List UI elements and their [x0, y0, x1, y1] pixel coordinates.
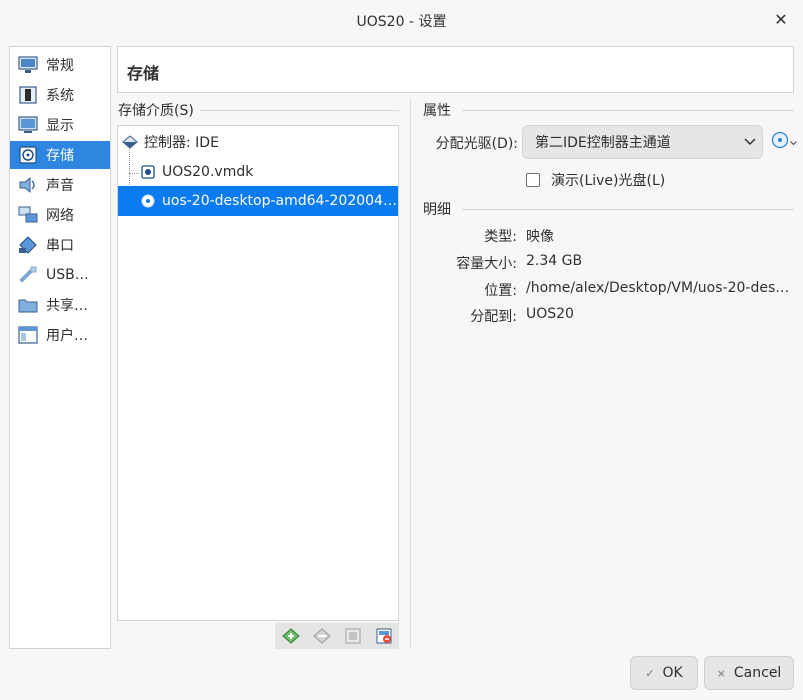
chevron-down-icon: [738, 138, 762, 146]
general-icon: [18, 55, 38, 75]
divider: [462, 209, 794, 210]
sidebar-item-label: 常规: [46, 58, 74, 74]
settings-sidebar: 常规 系统 显示 存储 声音 网络 串口 USB… 共享… 用户…: [9, 46, 111, 649]
sidebar-item-general[interactable]: 常规: [10, 51, 110, 79]
checkbox-box[interactable]: [526, 173, 540, 187]
tree-item-label: 控制器: IDE: [144, 135, 219, 151]
user-interface-icon: [18, 325, 38, 345]
tree-item-hard-disk[interactable]: UOS20.vmdk: [118, 158, 398, 186]
attributes-section-label: 属性: [423, 103, 451, 119]
usb-icon: [18, 265, 38, 285]
optical-disc-icon: [140, 193, 156, 209]
add-controller-icon[interactable]: [281, 626, 301, 646]
detail-value-size: 2.34 GB: [526, 253, 583, 269]
optical-drive-value: 第二IDE控制器主通道: [535, 135, 671, 151]
system-icon: [18, 85, 38, 105]
detail-value-type: 映像: [526, 229, 554, 245]
ok-button[interactable]: ✓ OK: [630, 656, 698, 690]
sidebar-item-label: 用户…: [46, 328, 88, 344]
page-title: 存储: [127, 64, 160, 83]
display-icon: [18, 115, 38, 135]
sidebar-item-label: 声音: [46, 178, 74, 194]
tree-item-ide-controller[interactable]: 控制器: IDE: [118, 128, 398, 156]
title-bar: UOS20 - 设置 ✕: [0, 0, 803, 40]
optical-disc-icon: [771, 131, 789, 153]
sidebar-item-label: 网络: [46, 208, 74, 224]
choose-disc-button[interactable]: [771, 131, 797, 153]
cancel-button-label: Cancel: [733, 665, 782, 681]
detail-value-attached-to: UOS20: [526, 306, 574, 322]
sidebar-item-label: 共享…: [46, 298, 88, 314]
storage-tree[interactable]: 控制器: IDE UOS20.vmdk uos-20-desktop-amd64…: [117, 125, 399, 621]
network-icon: [18, 205, 38, 225]
check-icon: ✓: [645, 666, 655, 680]
sidebar-item-label: 串口: [46, 238, 74, 254]
sidebar-item-serial[interactable]: 串口: [10, 231, 110, 259]
storage-section-label: 存储介质(S): [118, 103, 194, 119]
detail-key-size: 容量大小:: [456, 256, 517, 272]
chevron-down-icon: [790, 134, 797, 150]
drive-label: 分配光驱(D):: [435, 136, 518, 152]
sidebar-item-label: USB…: [46, 267, 89, 283]
sidebar-item-usb[interactable]: USB…: [10, 261, 110, 289]
detail-key-attached-to: 分配到:: [470, 309, 517, 325]
sidebar-item-label: 系统: [46, 88, 74, 104]
sidebar-item-display[interactable]: 显示: [10, 111, 110, 139]
details-section-label: 明细: [423, 202, 451, 218]
window-title: UOS20 - 设置: [356, 14, 447, 30]
remove-attachment-icon[interactable]: [374, 626, 394, 646]
cancel-button[interactable]: × Cancel: [704, 656, 794, 690]
ok-button-label: OK: [662, 665, 683, 681]
storage-toolbar: [275, 623, 399, 649]
shared-folder-icon: [18, 295, 38, 315]
add-attachment-icon[interactable]: [343, 626, 363, 646]
divider: [462, 110, 794, 111]
ide-controller-icon: [122, 134, 138, 150]
sidebar-item-audio[interactable]: 声音: [10, 171, 110, 199]
close-icon[interactable]: ✕: [771, 9, 791, 29]
remove-controller-icon[interactable]: [312, 626, 332, 646]
detail-value-location: /home/alex/Desktop/VM/uos-20-deskto…: [526, 280, 796, 296]
sidebar-item-storage[interactable]: 存储: [10, 141, 110, 169]
sidebar-item-label: 存储: [46, 148, 74, 164]
close-icon: ×: [716, 666, 726, 680]
audio-icon: [18, 175, 38, 195]
storage-icon: [18, 145, 38, 165]
tree-item-optical-disc[interactable]: uos-20-desktop-amd64-20200404...: [118, 186, 398, 216]
optical-drive-select[interactable]: 第二IDE控制器主通道: [522, 125, 763, 159]
tree-item-label: UOS20.vmdk: [162, 164, 254, 180]
divider: [200, 110, 399, 111]
serial-icon: [18, 235, 38, 255]
sidebar-item-label: 显示: [46, 118, 74, 134]
detail-key-type: 类型:: [484, 229, 517, 245]
page-header: 存储: [117, 46, 794, 93]
live-cd-checkbox[interactable]: 演示(Live)光盘(L): [526, 170, 665, 190]
sidebar-item-system[interactable]: 系统: [10, 81, 110, 109]
live-cd-label: 演示(Live)光盘(L): [551, 173, 666, 189]
sidebar-item-shared-folders[interactable]: 共享…: [10, 291, 110, 319]
panel-divider: [410, 98, 411, 649]
sidebar-item-user-interface[interactable]: 用户…: [10, 321, 110, 349]
detail-key-location: 位置:: [484, 283, 517, 299]
tree-item-label: uos-20-desktop-amd64-20200404...: [162, 193, 398, 209]
hard-disk-icon: [140, 164, 156, 180]
sidebar-item-network[interactable]: 网络: [10, 201, 110, 229]
